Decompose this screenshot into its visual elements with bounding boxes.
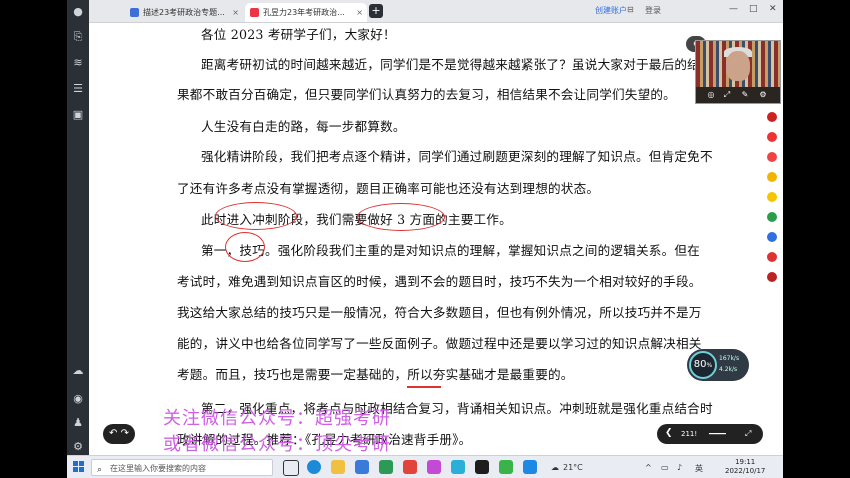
app-icon[interactable] [523, 460, 537, 474]
tab-label: 描述23考研政治专题... [143, 8, 225, 17]
fullscreen-icon[interactable]: ⤢ [745, 429, 751, 439]
search-icon: ⌕ [97, 465, 103, 475]
ink-circle [215, 202, 297, 230]
undo-redo-button[interactable]: ↶ ↷ [103, 424, 135, 444]
file-explorer-icon[interactable] [331, 460, 345, 474]
ink-underline [407, 386, 441, 388]
network-icon[interactable]: ▭ [661, 463, 669, 472]
user-icon[interactable]: ♟ [71, 416, 85, 430]
weather-temp[interactable]: 21°C [563, 463, 583, 472]
close-icon[interactable]: × [356, 3, 363, 22]
paragraph-line: 了还有许多考点没有掌握透彻，题目正确率可能也还没有达到理想的状态。 [177, 181, 600, 196]
player-time: 211! [681, 430, 698, 438]
paragraph-line: 果都不敢百分百确定，但只要同学们认真努力的去复习，相信结果不会让同学们失望的。 [177, 87, 676, 102]
pen-blue-icon[interactable] [767, 232, 777, 242]
pen-tool-icon[interactable] [767, 132, 777, 142]
app-icon[interactable] [427, 460, 441, 474]
edge-icon[interactable] [307, 460, 321, 474]
clock-date: 2022/10/17 [725, 467, 766, 475]
left-toolbar: ● ⎘ ≋ ☰ ▣ ☁ ◉ ♟ ⚙ [67, 0, 89, 455]
paragraph-line: 强化精讲阶段，我们把考点逐个精讲，同学们通过刷题更深刻的理解了知识点。但肯定免不 [201, 149, 713, 164]
webcam-controls: ◎ ⤢ ✎ ⚙ [696, 87, 780, 103]
pen-icon[interactable]: ✎ [740, 90, 750, 100]
pen-toolbar [765, 112, 779, 302]
taskbar: ⌕ 在这里输入你要搜索的内容 ☁ 21°C ^ ▭ ♪ 英 19:11 2022… [67, 455, 783, 478]
window-minimize-icon[interactable]: — [729, 4, 738, 14]
gauge-value: 80 [693, 359, 707, 370]
wechat-icon[interactable] [499, 460, 513, 474]
login-link[interactable]: 登录 [645, 5, 661, 16]
pen-tool-icon[interactable] [767, 192, 777, 202]
paragraph-line: 人生没有白走的路，每一步都算数。 [201, 119, 406, 134]
screen: ● ⎘ ≋ ☰ ▣ ☁ ◉ ♟ ⚙ 描述23考研政治专题... × 孔昱力23年… [67, 0, 783, 478]
download-speed: 4.2k/s [719, 366, 738, 373]
presenter-face [726, 51, 750, 81]
save-icon[interactable]: ▣ [71, 108, 85, 122]
search-placeholder: 在这里输入你要搜索的内容 [110, 464, 206, 473]
tab-2[interactable]: 孔昱力23年考研政治... × [245, 3, 367, 22]
shield-icon[interactable]: ◉ [71, 392, 85, 406]
clock[interactable]: 19:11 2022/10/17 [725, 458, 765, 476]
webcam-preview[interactable]: ◎ ⤢ ✎ ⚙ [695, 40, 781, 104]
paragraph-line: 第一，技巧。强化阶段我们主重的是对知识点的理解，掌握知识点之间的逻辑关系。但在 [201, 243, 700, 258]
watermark-line-2: 或者微信公众号：顶尖考研 [163, 434, 391, 455]
network-gauge: 80% 167k/s 4.2k/s [687, 349, 749, 381]
new-tab-button[interactable]: + [369, 4, 383, 18]
paragraph-line: 我这给大家总结的技巧只是一般情况，符合大多数题目，但也有例外情况，所以技巧并不是… [177, 305, 702, 320]
collapse-icon[interactable]: ❮ [665, 428, 673, 438]
cloud-icon[interactable]: ☁ [71, 364, 85, 378]
app-icon[interactable] [451, 460, 465, 474]
menu-icon[interactable]: ☰ [71, 82, 85, 96]
app-icon[interactable] [355, 460, 369, 474]
copy-icon[interactable]: ⎘ [71, 30, 85, 44]
greeting: 各位 2023 考研学子们，大家好！ [201, 27, 396, 42]
close-icon[interactable]: × [232, 3, 239, 22]
paragraph-line: 考题。而且，技巧也是需要一定基础的，所以夯实基础才是最重要的。 [177, 367, 574, 382]
gauge-ring: 80% [689, 351, 717, 379]
pen-tool-icon[interactable] [767, 152, 777, 162]
pen-red-icon[interactable] [767, 112, 777, 122]
task-view-icon[interactable] [283, 460, 299, 476]
tab-1[interactable]: 描述23考研政治专题... × [125, 3, 243, 22]
player-controls: ❮ 211! ━━━━ ⤢ [657, 424, 763, 444]
browser-tab-bar: 描述23考研政治专题... × 孔昱力23年考研政治... × + 创建账户 ⊟… [89, 0, 783, 23]
create-account-link[interactable]: 创建账户 [595, 5, 627, 16]
favicon-icon [250, 8, 259, 17]
progress-track[interactable]: ━━━━ [709, 430, 726, 438]
window-close-icon[interactable]: ✕ [769, 4, 777, 14]
tray-chevron-icon[interactable]: ^ [645, 463, 652, 472]
app-logo-icon[interactable]: ● [71, 5, 85, 19]
app-icon[interactable] [475, 460, 489, 474]
tab-label: 孔昱力23年考研政治... [263, 8, 345, 17]
taskbar-search-input[interactable]: ⌕ 在这里输入你要搜索的内容 [91, 459, 273, 476]
camera-icon[interactable]: ◎ [706, 90, 716, 100]
paragraph-line: 能的，讲义中也给各位同学写了一些反面例子。做题过程中还是要以学习过的知识点解决相… [177, 336, 702, 351]
upload-speed: 167k/s [719, 355, 740, 362]
pen-green-icon[interactable] [767, 212, 777, 222]
app-icon[interactable] [403, 460, 417, 474]
clock-time: 19:11 [735, 458, 756, 466]
gauge-unit: % [706, 362, 713, 369]
layers-icon[interactable]: ≋ [71, 56, 85, 70]
weather-icon[interactable]: ☁ [551, 463, 559, 472]
volume-icon[interactable]: ♪ [677, 463, 682, 472]
app-icon[interactable] [379, 460, 393, 474]
input-method[interactable]: 英 [695, 463, 703, 474]
window-maximize-icon[interactable]: □ [749, 4, 758, 14]
paragraph-line: 考试时，难免遇到知识点盲区的时候，遇到不会的题目时，技巧不失为一个相对较好的手段… [177, 274, 702, 289]
pen-yellow-icon[interactable] [767, 172, 777, 182]
ink-circle [357, 203, 445, 231]
windows-start-icon[interactable] [73, 461, 85, 473]
minimize-icon[interactable]: ⊟ [627, 5, 634, 14]
pen-tool-icon[interactable] [767, 272, 777, 282]
favicon-icon [130, 8, 139, 17]
pen-tool-icon[interactable] [767, 252, 777, 262]
ink-circle [225, 232, 265, 262]
settings-icon[interactable]: ⚙ [758, 90, 768, 100]
settings-icon[interactable]: ⚙ [71, 440, 85, 454]
share-icon[interactable]: ⤢ [722, 90, 732, 100]
paragraph-line: 距离考研初试的时间越来越近，同学们是不是觉得越来越紧张了？虽说大家对于最后的结 [201, 57, 700, 72]
watermark-line-1: 关注微信公众号：超强考研 [163, 408, 391, 429]
